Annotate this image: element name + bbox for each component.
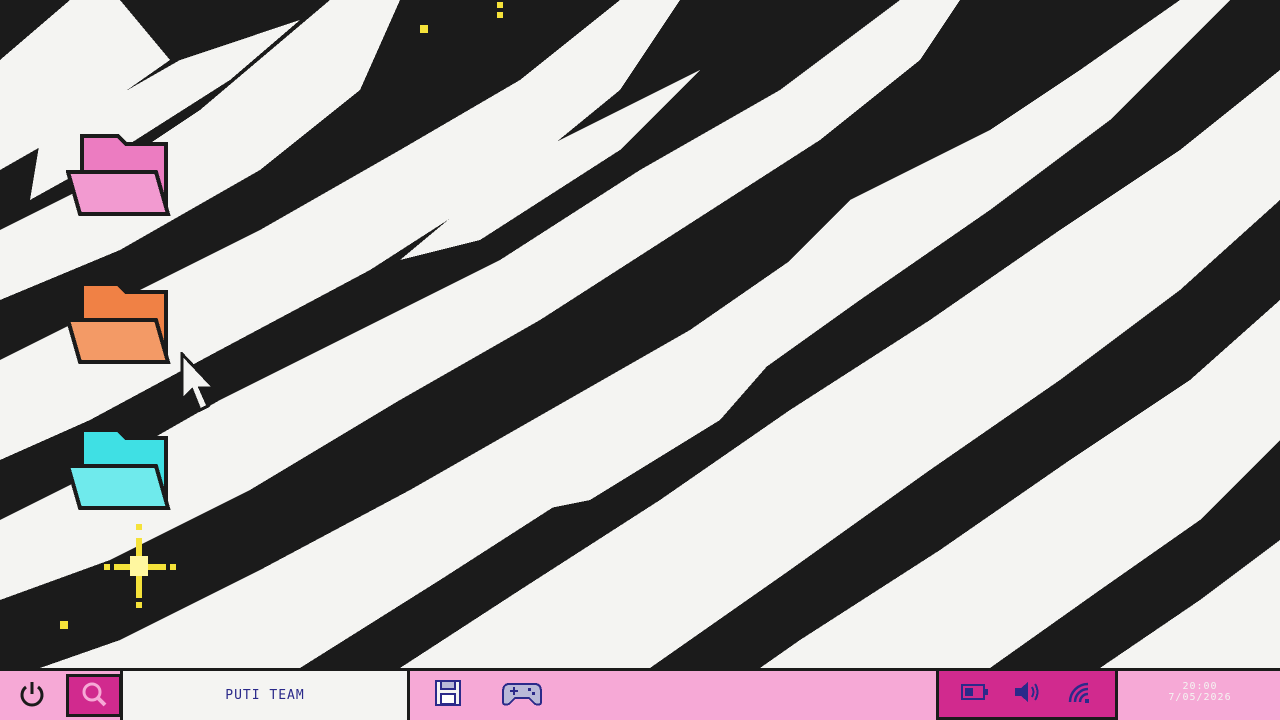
clock-time: 20:00	[1182, 681, 1218, 692]
search-icon	[80, 680, 108, 712]
volume-button[interactable]	[1007, 674, 1047, 714]
wifi-button[interactable]	[1059, 674, 1099, 714]
sparkle-icon	[497, 2, 505, 22]
wifi-icon	[1066, 680, 1092, 708]
arrow-cursor-icon	[180, 350, 220, 418]
clock[interactable]: 20:00 7/05/2026	[1140, 681, 1260, 703]
folder-cyan-icon[interactable]	[66, 428, 172, 512]
app-floppy-button[interactable]	[420, 673, 476, 717]
power-button[interactable]	[0, 674, 64, 717]
sparkle-icon	[60, 614, 68, 633]
search-field-text: PUTI TEAM	[225, 688, 305, 703]
system-tray	[936, 671, 1118, 720]
desktop	[0, 0, 1280, 668]
clock-date: 7/05/2026	[1168, 692, 1232, 703]
search-button[interactable]	[66, 674, 122, 717]
battery-icon	[961, 684, 989, 704]
floppy-disk-icon	[433, 678, 463, 712]
zebra-wallpaper	[0, 0, 1280, 668]
gamepad-icon	[501, 678, 543, 712]
sparkle-icon	[104, 520, 176, 614]
folder-orange-icon[interactable]	[66, 282, 172, 366]
folder-pink-icon[interactable]	[66, 134, 172, 218]
volume-icon	[1013, 680, 1041, 708]
battery-button[interactable]	[955, 674, 995, 714]
app-gamepad-button[interactable]	[494, 673, 550, 717]
search-input[interactable]: PUTI TEAM	[120, 671, 410, 720]
taskbar: PUTI TEAM 20:00 7/05/2026	[0, 668, 1280, 720]
power-icon	[18, 680, 46, 712]
sparkle-icon	[420, 20, 430, 39]
